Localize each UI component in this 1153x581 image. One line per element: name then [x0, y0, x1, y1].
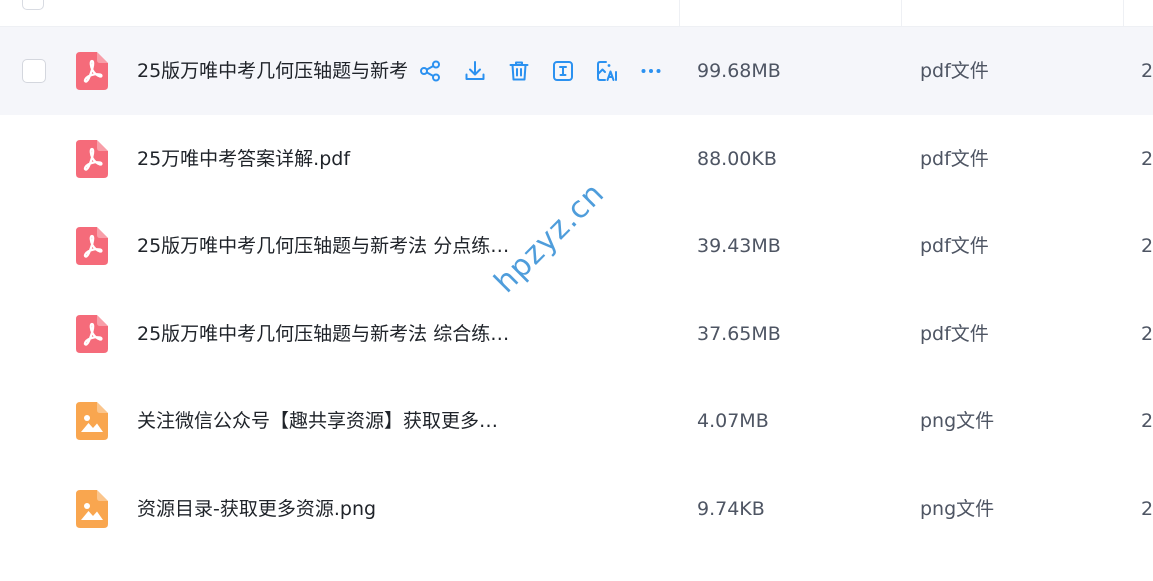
file-name[interactable]: 资源目录-获取更多资源.png [137, 496, 547, 522]
file-name[interactable]: 25万唯中考答案详解.pdf [137, 146, 547, 172]
previous-row-checkbox[interactable] [22, 0, 44, 10]
file-row[interactable]: 25版万唯中考几何压轴题与新考法 分点练 [0, 27, 1153, 115]
delete-icon[interactable] [506, 57, 532, 85]
previous-row-edge [0, 0, 1153, 27]
file-size: 39.43MB [697, 235, 781, 257]
column-divider [679, 0, 680, 26]
rename-icon[interactable] [550, 57, 576, 85]
file-date: 2 [1141, 322, 1153, 345]
file-size: 88.00KB [697, 147, 777, 170]
file-type: png文件 [920, 410, 995, 432]
pdf-file-icon [76, 52, 108, 90]
file-date: 2 [1141, 410, 1153, 432]
ai-text-icon[interactable] [594, 57, 620, 85]
pdf-file-icon [76, 139, 108, 178]
more-icon[interactable] [638, 57, 664, 85]
column-divider [1123, 0, 1124, 26]
pdf-file-icon [76, 314, 108, 353]
file-row[interactable]: 关注微信公众号【趣共享资源】获取更多… 4.07MB png文件 2 [0, 377, 1153, 465]
file-type: pdf文件 [920, 147, 989, 170]
file-name[interactable]: 25版万唯中考几何压轴题与新考法 综合练… [137, 321, 547, 347]
file-date: 2 [1141, 147, 1153, 170]
file-date: 2 [1141, 60, 1153, 82]
file-list: 25版万唯中考几何压轴题与新考法 分点练 [0, 27, 1153, 552]
file-row[interactable]: 25版万唯中考几何压轴题与新考法 综合练… 37.65MB pdf文件 2 [0, 290, 1153, 378]
file-name[interactable]: 25版万唯中考几何压轴题与新考法 分点练… [137, 233, 547, 259]
image-file-icon [76, 402, 108, 440]
file-size: 9.74KB [697, 497, 765, 520]
file-date: 2 [1141, 497, 1153, 520]
share-icon[interactable] [417, 57, 443, 85]
file-row[interactable]: 资源目录-获取更多资源.png 9.74KB png文件 2 [0, 465, 1153, 553]
file-name[interactable]: 25版万唯中考几何压轴题与新考法 分点练 [137, 58, 409, 84]
row-checkbox[interactable] [22, 59, 46, 83]
file-date: 2 [1141, 235, 1153, 257]
column-divider [901, 0, 902, 26]
pdf-file-icon [76, 227, 108, 265]
file-size: 4.07MB [697, 410, 769, 432]
image-file-icon [76, 489, 108, 528]
file-type: pdf文件 [920, 235, 989, 257]
file-name[interactable]: 关注微信公众号【趣共享资源】获取更多… [137, 408, 547, 434]
file-type: pdf文件 [920, 60, 989, 82]
download-icon[interactable] [462, 57, 488, 85]
file-type: png文件 [920, 497, 995, 520]
file-size: 99.68MB [697, 60, 781, 82]
file-size: 37.65MB [697, 322, 781, 345]
file-type: pdf文件 [920, 322, 989, 345]
